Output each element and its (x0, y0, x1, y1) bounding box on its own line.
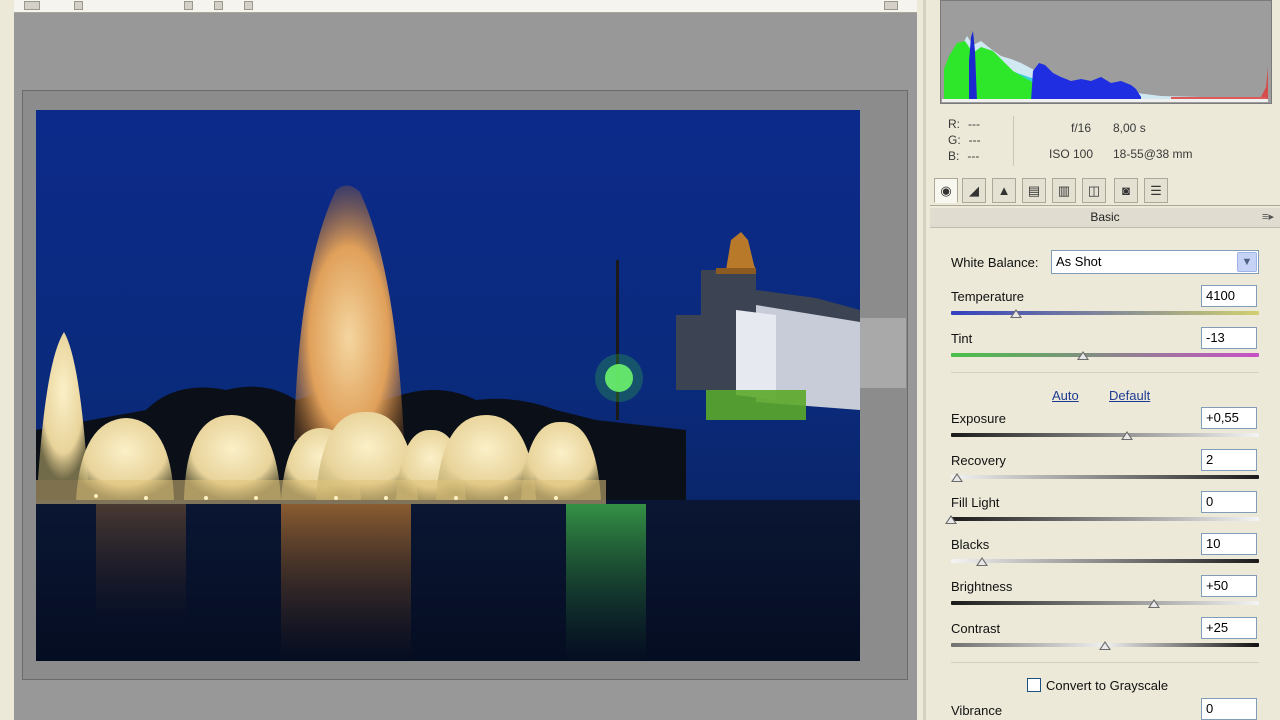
fill-light-slider-track[interactable] (951, 517, 1259, 521)
temperature-field[interactable]: 4100 (1201, 285, 1257, 307)
fill-light-field[interactable]: 0 (1201, 491, 1257, 513)
photo-overflow (860, 318, 906, 388)
panel-tabs: ◉ ◢ ▲ ▤ ▥ ◫ ◙ ☰ (930, 176, 1280, 206)
shutter-value: 8,00 s (1113, 121, 1146, 135)
brightness-label: Brightness (951, 579, 1013, 594)
zoom-tool-icon[interactable] (24, 1, 40, 10)
preview-pane (0, 0, 923, 720)
divider (951, 662, 1259, 663)
temperature-slider-track[interactable] (951, 311, 1259, 315)
recovery-slider-thumb[interactable] (951, 473, 964, 482)
basic-settings: White Balance: As Shot ▼ Temperature 410… (930, 228, 1280, 720)
photo-preview[interactable] (36, 110, 860, 661)
brightness-slider-thumb[interactable] (1148, 599, 1161, 608)
tint-field[interactable]: -13 (1201, 327, 1257, 349)
tint-label: Tint (951, 331, 973, 346)
exposure-field[interactable]: +0,55 (1201, 407, 1257, 429)
divider (951, 372, 1259, 373)
fill-light-slider-thumb[interactable] (945, 515, 957, 524)
fountain-photo (36, 110, 860, 661)
blacks-slider-thumb[interactable] (975, 557, 988, 566)
blacks-label: Blacks (951, 537, 990, 552)
tone-curve-tab-icon[interactable]: ◢ (962, 178, 986, 203)
exif-readout: R: --- G: --- B: --- f/16 8,00 s ISO 100 18… (940, 112, 1272, 172)
g-readout: G: --- (948, 133, 981, 147)
panel-menu-icon[interactable]: ≡▸ (1262, 208, 1274, 227)
crop-tool-icon[interactable] (214, 1, 223, 10)
aperture-value: f/16 (1071, 121, 1092, 135)
detail-tab-icon[interactable]: ▲ (992, 178, 1016, 203)
r-readout: R: --- (948, 117, 980, 131)
basic-tab-icon[interactable]: ◉ (934, 178, 958, 203)
exposure-slider-thumb[interactable] (1120, 431, 1133, 440)
chevron-down-icon[interactable]: ▼ (1237, 252, 1257, 272)
white-balance-label: White Balance: (951, 255, 1039, 270)
brightness-slider-track[interactable] (951, 601, 1259, 605)
recovery-slider-track[interactable] (951, 475, 1259, 479)
temperature-label: Temperature (951, 289, 1024, 304)
camera-calibration-tab-icon[interactable]: ◙ (1114, 178, 1138, 203)
white-balance-value: As Shot (1056, 254, 1102, 269)
split-toning-tab-icon[interactable]: ▥ (1052, 178, 1076, 203)
grayscale-checkbox[interactable] (1027, 678, 1041, 692)
white-balance-select[interactable]: As Shot ▼ (1051, 250, 1259, 274)
rotate-tool-icon[interactable] (244, 1, 253, 10)
exposure-label: Exposure (951, 411, 1006, 426)
grayscale-label: Convert to Grayscale (1046, 678, 1169, 693)
b-readout: B: --- (948, 149, 980, 163)
section-header: Basic ≡▸ (930, 208, 1280, 228)
contrast-slider-thumb[interactable] (1099, 641, 1111, 650)
presets-tab-icon[interactable]: ☰ (1144, 178, 1168, 203)
adjustments-panel: R: --- G: --- B: --- f/16 8,00 s ISO 100 18… (923, 0, 1280, 720)
auto-link[interactable]: Auto (1052, 388, 1079, 403)
recovery-label: Recovery (951, 453, 1006, 468)
iso-value: ISO 100 (1049, 147, 1094, 161)
vibrance-field[interactable]: 0 (1201, 698, 1257, 720)
lens-corrections-tab-icon[interactable]: ◫ (1082, 178, 1106, 203)
tint-slider-track[interactable] (951, 353, 1259, 357)
default-link[interactable]: Default (1109, 388, 1150, 403)
fullscreen-icon[interactable] (884, 1, 898, 10)
fill-light-label: Fill Light (951, 495, 1000, 510)
hand-tool-icon[interactable] (74, 1, 83, 10)
recovery-field[interactable]: 2 (1201, 449, 1257, 471)
blacks-slider-track[interactable] (951, 559, 1259, 563)
histogram (940, 0, 1272, 104)
white-balance-tool-icon[interactable] (184, 1, 193, 10)
histogram-graph (942, 7, 1268, 102)
lens-value: 18-55@38 mm (1113, 147, 1193, 161)
tint-slider-thumb[interactable] (1077, 351, 1090, 360)
tool-bar (14, 0, 917, 13)
vibrance-label: Vibrance (951, 703, 1003, 718)
section-title: Basic (1090, 210, 1120, 224)
contrast-field[interactable]: +25 (1201, 617, 1257, 639)
readout-divider (1013, 116, 1014, 166)
temperature-slider-thumb[interactable] (1009, 309, 1022, 318)
contrast-label: Contrast (951, 621, 1001, 636)
hsl-tab-icon[interactable]: ▤ (1022, 178, 1046, 203)
blacks-field[interactable]: 10 (1201, 533, 1257, 555)
brightness-field[interactable]: +50 (1201, 575, 1257, 597)
exposure-slider-track[interactable] (951, 433, 1259, 437)
